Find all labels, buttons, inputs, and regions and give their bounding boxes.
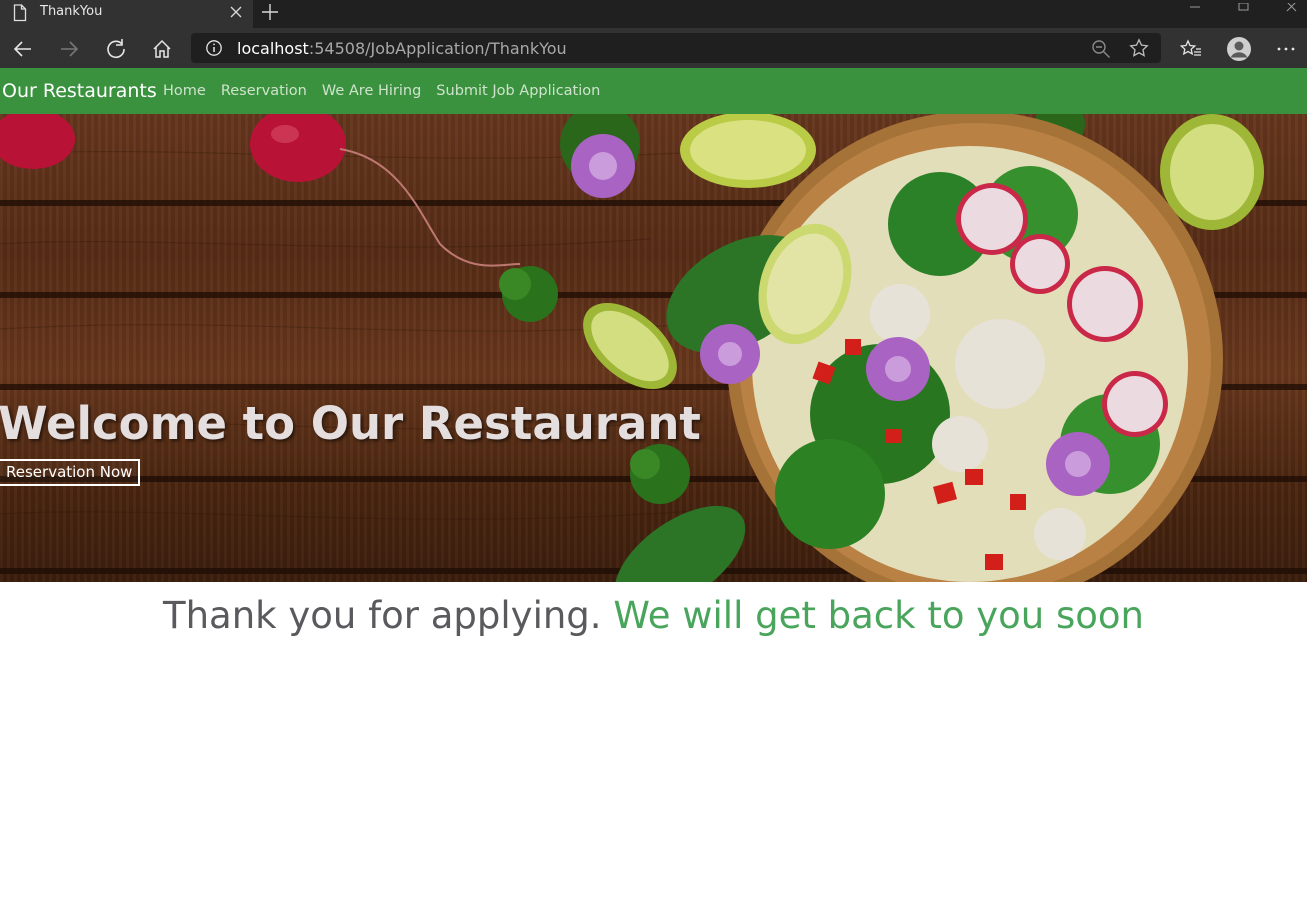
back-arrow-icon[interactable] [12, 38, 34, 60]
hero-banner: Welcome to Our Restaurant Reservation No… [0, 114, 1307, 582]
new-tab-icon[interactable] [261, 3, 279, 26]
maximize-icon[interactable] [1237, 0, 1251, 18]
page-icon [13, 4, 27, 27]
url-text[interactable]: localhost:54508/JobApplication/ThankYou [237, 39, 567, 58]
hero-title: Welcome to Our Restaurant [0, 397, 701, 450]
zoom-out-icon[interactable] [1091, 39, 1111, 64]
favorites-icon[interactable] [1179, 38, 1202, 60]
star-icon[interactable] [1129, 38, 1149, 63]
site-info-icon[interactable] [205, 39, 223, 62]
forward-arrow-icon[interactable] [58, 38, 80, 60]
site-navbar: Our Restaurants Home Reservation We Are … [0, 68, 1307, 114]
profile-avatar-icon[interactable] [1226, 36, 1252, 62]
reservation-now-button[interactable]: Reservation Now [0, 459, 141, 486]
window-close-icon[interactable] [1285, 0, 1299, 18]
nav-reservation[interactable]: Reservation [221, 83, 307, 99]
url-path: :54508/JobApplication/ThankYou [308, 39, 567, 58]
address-bar[interactable]: localhost:54508/JobApplication/ThankYou [191, 33, 1161, 63]
more-options-icon[interactable] [1276, 38, 1298, 60]
tab-title: ThankYou [40, 4, 103, 19]
url-host: localhost [237, 39, 309, 58]
browser-tab[interactable]: ThankYou [0, 0, 253, 28]
hero-food-image [0, 114, 1307, 582]
thank-you-text: Thank you for applying. [163, 594, 602, 637]
home-icon[interactable] [151, 38, 173, 60]
nav-submit-application[interactable]: Submit Job Application [436, 83, 600, 99]
nav-hiring[interactable]: We Are Hiring [322, 83, 421, 99]
thank-you-message: Thank you for applying. We will get back… [0, 594, 1307, 637]
close-icon[interactable] [229, 5, 243, 24]
brand-link[interactable]: Our Restaurants [2, 80, 157, 102]
refresh-icon[interactable] [105, 38, 127, 60]
nav-home[interactable]: Home [163, 83, 206, 99]
get-back-text: We will get back to you soon [613, 594, 1144, 637]
nav-links: Home Reservation We Are Hiring Submit Jo… [163, 83, 600, 99]
minimize-icon[interactable] [1188, 0, 1202, 18]
browser-tab-strip: ThankYou [0, 0, 1307, 28]
